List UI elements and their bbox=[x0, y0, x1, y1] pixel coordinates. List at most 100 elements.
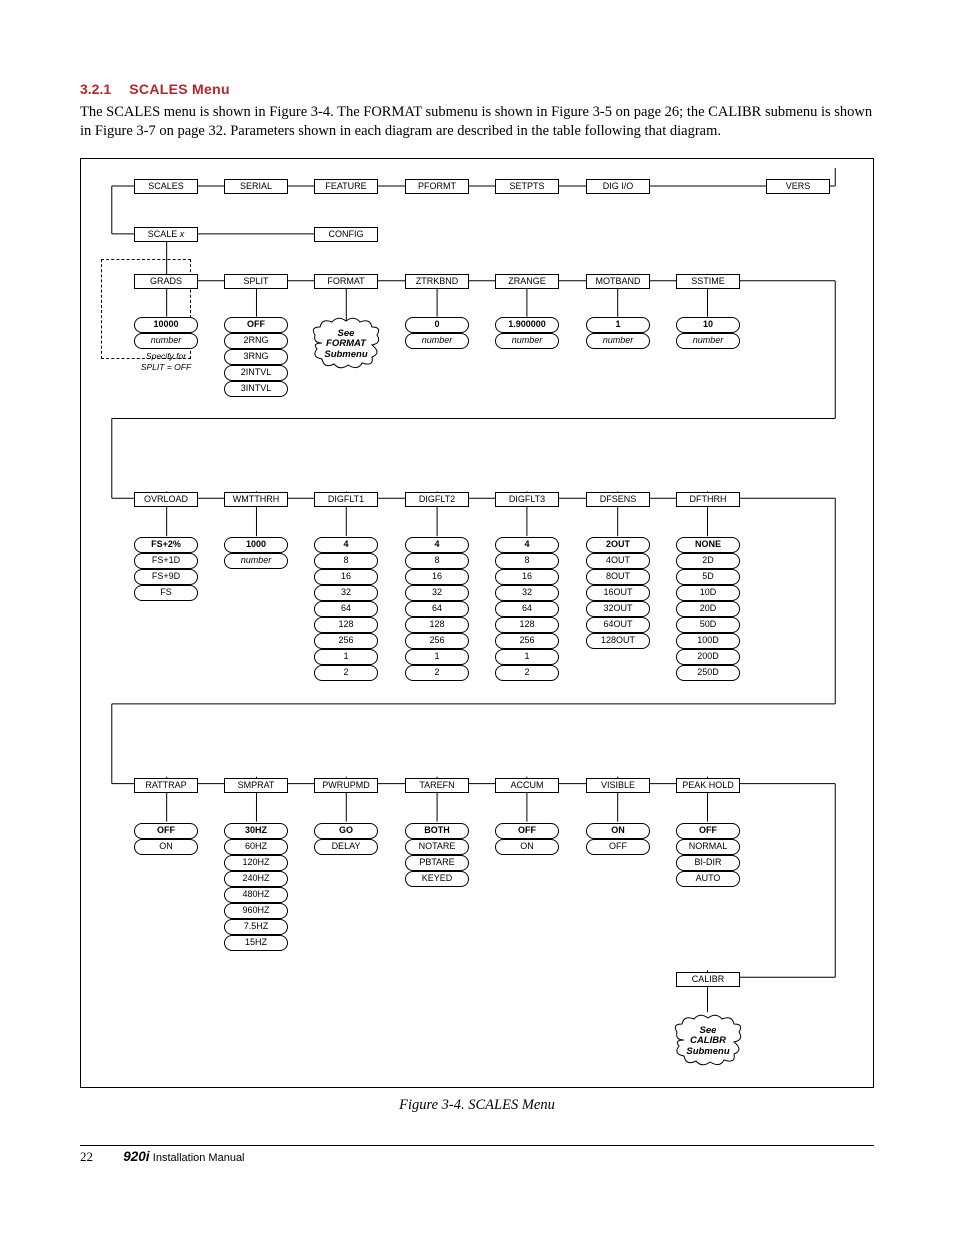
footer-manual: Installation Manual bbox=[153, 1152, 245, 1164]
split-3intvl: 3INTVL bbox=[224, 381, 288, 397]
ovrload-1: FS+1D bbox=[134, 553, 198, 569]
grads-default: 10000 bbox=[134, 317, 198, 333]
param-ovrload: OVRLOAD bbox=[134, 492, 198, 507]
dt1: 2D bbox=[676, 553, 740, 569]
menu-scalex: SCALE x bbox=[134, 227, 198, 242]
param-peakhold: PEAK HOLD bbox=[676, 778, 740, 793]
param-calibr: CALIBR bbox=[676, 972, 740, 987]
tf1: NOTARE bbox=[405, 839, 469, 855]
param-digflt3: DIGFLT3 bbox=[495, 492, 559, 507]
footer-model: 920i bbox=[123, 1149, 149, 1164]
d2o6: 256 bbox=[405, 633, 469, 649]
section-number: 3.2.1 bbox=[80, 81, 111, 97]
d3o6: 256 bbox=[495, 633, 559, 649]
ztrkbnd-default: 0 bbox=[405, 317, 469, 333]
d2o5: 128 bbox=[405, 617, 469, 633]
visible-default: ON bbox=[586, 823, 650, 839]
motband-default: 1 bbox=[586, 317, 650, 333]
menu-pformt: PFORMT bbox=[405, 179, 469, 194]
rattrap-1: ON bbox=[134, 839, 198, 855]
sm7: 15HZ bbox=[224, 935, 288, 951]
d1o3: 32 bbox=[314, 585, 378, 601]
param-split: SPLIT bbox=[224, 274, 288, 289]
wmtthrh-default: 1000 bbox=[224, 537, 288, 553]
diagram-figure-3-4: SCALES SERIAL FEATURE PFORMT SETPTS DIG … bbox=[80, 158, 874, 1088]
ds1: 4OUT bbox=[586, 553, 650, 569]
menu-digio: DIG I/O bbox=[586, 179, 650, 194]
param-digflt2: DIGFLT2 bbox=[405, 492, 469, 507]
digflt1-default: 4 bbox=[314, 537, 378, 553]
tf2: PBTARE bbox=[405, 855, 469, 871]
split-default: OFF bbox=[224, 317, 288, 333]
d1o4: 64 bbox=[314, 601, 378, 617]
body-paragraph: The SCALES menu is shown in Figure 3-4. … bbox=[80, 103, 874, 142]
menu-serial: SERIAL bbox=[224, 179, 288, 194]
menu-setpts: SETPTS bbox=[495, 179, 559, 194]
sstime-default: 10 bbox=[676, 317, 740, 333]
d1o8: 2 bbox=[314, 665, 378, 681]
menu-scales: SCALES bbox=[134, 179, 198, 194]
page-footer: 22 920i Installation Manual bbox=[80, 1148, 874, 1166]
d1o7: 1 bbox=[314, 649, 378, 665]
d1o2: 16 bbox=[314, 569, 378, 585]
tarefn-default: BOTH bbox=[405, 823, 469, 839]
sm1: 60HZ bbox=[224, 839, 288, 855]
ds5: 64OUT bbox=[586, 617, 650, 633]
ovrload-2: FS+9D bbox=[134, 569, 198, 585]
figure-caption: Figure 3-4. SCALES Menu bbox=[80, 1096, 874, 1116]
d2o2: 16 bbox=[405, 569, 469, 585]
digflt3-default: 4 bbox=[495, 537, 559, 553]
ztrkbnd-number: number bbox=[405, 333, 469, 349]
ovrload-3: FS bbox=[134, 585, 198, 601]
vi1: OFF bbox=[586, 839, 650, 855]
param-zrange: ZRANGE bbox=[495, 274, 559, 289]
ac1: ON bbox=[495, 839, 559, 855]
format-submenu-ref: SeeFORMATSubmenu bbox=[312, 317, 380, 369]
split-3rng: 3RNG bbox=[224, 349, 288, 365]
peakhold-default: OFF bbox=[676, 823, 740, 839]
ovrload-default: FS+2% bbox=[134, 537, 198, 553]
param-visible: VISIBLE bbox=[586, 778, 650, 793]
sm3: 240HZ bbox=[224, 871, 288, 887]
dt7: 200D bbox=[676, 649, 740, 665]
param-dfthrh: DFTHRH bbox=[676, 492, 740, 507]
ds3: 16OUT bbox=[586, 585, 650, 601]
sstime-number: number bbox=[676, 333, 740, 349]
pwrupmd-default: GO bbox=[314, 823, 378, 839]
param-tarefn: TAREFN bbox=[405, 778, 469, 793]
sm6: 7.5HZ bbox=[224, 919, 288, 935]
d2o1: 8 bbox=[405, 553, 469, 569]
dfthrh-default: NONE bbox=[676, 537, 740, 553]
param-ztrkbnd: ZTRKBND bbox=[405, 274, 469, 289]
menu-vers: VERS bbox=[766, 179, 830, 194]
ds2: 8OUT bbox=[586, 569, 650, 585]
split-2rng: 2RNG bbox=[224, 333, 288, 349]
ph3: AUTO bbox=[676, 871, 740, 887]
d1o5: 128 bbox=[314, 617, 378, 633]
connector-lines bbox=[81, 159, 873, 1087]
calibr-submenu-ref: SeeCALIBRSubmenu bbox=[674, 1014, 742, 1066]
dt6: 100D bbox=[676, 633, 740, 649]
grads-note: Specify forSPLIT = OFF bbox=[131, 351, 201, 374]
d3o2: 16 bbox=[495, 569, 559, 585]
d2o3: 32 bbox=[405, 585, 469, 601]
param-dfsens: DFSENS bbox=[586, 492, 650, 507]
d2o7: 1 bbox=[405, 649, 469, 665]
footer-rule bbox=[80, 1145, 874, 1146]
dt3: 10D bbox=[676, 585, 740, 601]
d2o8: 2 bbox=[405, 665, 469, 681]
accum-default: OFF bbox=[495, 823, 559, 839]
section-title: SCALES Menu bbox=[129, 81, 230, 97]
menu-feature: FEATURE bbox=[314, 179, 378, 194]
d3o8: 2 bbox=[495, 665, 559, 681]
d2o4: 64 bbox=[405, 601, 469, 617]
zrange-number: number bbox=[495, 333, 559, 349]
param-motband: MOTBAND bbox=[586, 274, 650, 289]
ph1: NORMAL bbox=[676, 839, 740, 855]
param-sstime: SSTIME bbox=[676, 274, 740, 289]
digflt2-default: 4 bbox=[405, 537, 469, 553]
dt8: 250D bbox=[676, 665, 740, 681]
grads-number: number bbox=[134, 333, 198, 349]
param-grads: GRADS bbox=[134, 274, 198, 289]
dfsens-default: 2OUT bbox=[586, 537, 650, 553]
